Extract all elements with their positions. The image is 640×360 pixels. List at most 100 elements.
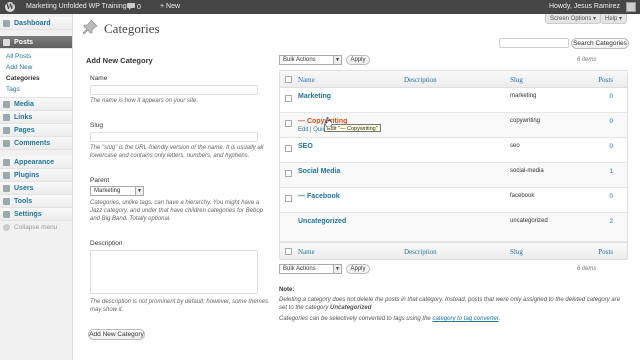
menu-links[interactable]: Links <box>0 111 72 124</box>
category-name-link[interactable]: SEO <box>298 143 313 150</box>
bulk-actions-select-top[interactable]: Bulk Actions ▼ <box>279 55 342 65</box>
collapse-menu-label: Collapse menu <box>14 224 58 231</box>
menu-appearance[interactable]: Appearance <box>0 156 72 169</box>
avatar[interactable] <box>626 2 636 12</box>
row-checkbox[interactable] <box>285 120 292 127</box>
apply-button-bottom[interactable]: Apply <box>346 264 370 274</box>
category-post-count[interactable]: 0 <box>609 193 613 200</box>
column-slug-footer[interactable]: Slug <box>510 248 523 256</box>
table-row: — Copywriting Edit | Quick copywriting 0… <box>280 113 627 138</box>
parent-select-value: Marketing <box>94 188 121 194</box>
menu-plugins-label: Plugins <box>14 172 40 179</box>
note-convert-period: . <box>498 316 501 322</box>
category-name-link[interactable]: Uncategorized <box>298 218 346 225</box>
category-post-count[interactable]: 0 <box>609 118 613 125</box>
column-posts-header[interactable]: Posts <box>598 76 613 84</box>
category-slug: copywriting <box>510 118 541 124</box>
menu-comments-label: Comments <box>14 140 51 147</box>
column-name-header[interactable]: Name <box>298 76 315 84</box>
category-post-count[interactable]: 2 <box>609 218 613 225</box>
posts-icon <box>3 39 10 46</box>
menu-dashboard[interactable]: Dashboard <box>0 17 72 30</box>
name-help: The name is how it appears on your site. <box>90 98 199 104</box>
bulk-actions-select-bottom[interactable]: Bulk Actions ▼ <box>279 264 342 274</box>
new-content-link[interactable]: + New <box>160 3 180 10</box>
collapse-menu-button[interactable]: Collapse menu <box>0 221 72 234</box>
site-name-link[interactable]: Marketing Unfolded WP Training <box>26 3 127 10</box>
bulk-actions-label: Bulk Actions <box>283 266 316 272</box>
menu-dashboard-label: Dashboard <box>14 20 51 27</box>
category-name-link[interactable]: Social Media <box>298 168 340 175</box>
items-count-bottom: 6 items <box>577 266 597 272</box>
new-label: New <box>166 3 181 10</box>
menu-plugins[interactable]: Plugins <box>0 169 72 182</box>
name-label: Name <box>90 75 108 82</box>
menu-pages-label: Pages <box>14 127 35 134</box>
category-slug: facebook <box>510 193 535 199</box>
submenu-categories[interactable]: Categories <box>6 73 72 84</box>
category-post-count[interactable]: 1 <box>609 168 613 175</box>
comments-link[interactable]: 0 <box>127 3 141 11</box>
category-post-count[interactable]: 0 <box>609 93 613 100</box>
media-icon <box>3 101 10 108</box>
select-all-checkbox[interactable] <box>285 76 292 83</box>
category-post-count[interactable]: 0 <box>609 143 613 150</box>
uncategorized-bold: Uncategorized <box>330 305 372 311</box>
name-field[interactable] <box>90 85 258 95</box>
column-name-footer[interactable]: Name <box>298 248 315 256</box>
table-row: — Facebook facebook 0 <box>280 188 627 213</box>
menu-comments[interactable]: Comments <box>0 137 72 150</box>
row-checkbox[interactable] <box>285 145 292 152</box>
submenu-add-new[interactable]: Add New <box>6 62 72 73</box>
menu-tools[interactable]: Tools <box>0 195 72 208</box>
column-description-header[interactable]: Description <box>404 76 437 84</box>
note-delete-text: Deleting a category does not delete the … <box>279 296 629 312</box>
howdy-user-link[interactable]: Howdy, Jesus Ramirez <box>549 3 620 10</box>
row-checkbox[interactable] <box>285 195 292 202</box>
menu-users[interactable]: Users <box>0 182 72 195</box>
menu-posts-label: Posts <box>14 39 34 46</box>
select-all-checkbox-footer[interactable] <box>285 248 292 255</box>
menu-media[interactable]: Media <box>0 98 72 111</box>
slug-field[interactable] <box>90 132 258 142</box>
menu-posts[interactable]: Posts <box>0 36 72 49</box>
column-posts-footer[interactable]: Posts <box>598 248 613 256</box>
chevron-down-icon: ▼ <box>333 265 341 273</box>
column-slug-header[interactable]: Slug <box>510 76 523 84</box>
category-name-link[interactable]: Marketing <box>298 93 331 100</box>
links-icon <box>3 114 10 121</box>
menu-pages[interactable]: Pages <box>0 124 72 137</box>
help-tab[interactable]: Help ▾ <box>600 14 628 24</box>
apply-button-top[interactable]: Apply <box>346 55 370 65</box>
submenu-tags[interactable]: Tags <box>6 84 72 95</box>
submenu-all-posts[interactable]: All Posts <box>6 51 72 62</box>
menu-links-label: Links <box>14 114 33 121</box>
column-description-footer[interactable]: Description <box>404 248 437 256</box>
plugins-icon <box>3 172 10 179</box>
plus-icon: + <box>160 3 165 10</box>
category-to-tag-converter-link[interactable]: category to tag converter <box>432 316 498 322</box>
description-textarea[interactable] <box>90 250 258 294</box>
table-footer: Name Description Slug Posts <box>280 242 627 259</box>
parent-select[interactable]: Marketing ▼ <box>90 186 144 196</box>
bulk-actions-label: Bulk Actions <box>283 57 316 63</box>
search-categories-button[interactable]: Search Categories <box>571 38 629 49</box>
items-count-top: 6 items <box>577 57 597 63</box>
add-new-category-button[interactable]: Add New Category <box>88 329 145 340</box>
search-input[interactable] <box>499 38 569 48</box>
menu-settings[interactable]: Settings <box>0 208 72 221</box>
table-row: Uncategorized uncategorized 2 <box>280 213 627 242</box>
slug-help: The "slug" is the URL-friendly version o… <box>90 145 264 159</box>
screen-options-tab[interactable]: Screen Options ▾ <box>545 14 602 24</box>
table-header: Name Description Slug Posts <box>280 71 627 88</box>
note-heading: Note: <box>279 287 295 293</box>
menu-settings-label: Settings <box>14 211 42 218</box>
row-checkbox[interactable] <box>285 95 292 102</box>
dashboard-icon <box>3 20 10 27</box>
slug-label: Slug <box>90 122 104 129</box>
wordpress-logo-icon[interactable]: W <box>5 2 15 12</box>
appearance-icon <box>3 159 10 166</box>
hand-cursor-icon <box>324 117 332 127</box>
row-checkbox[interactable] <box>285 170 292 177</box>
category-name-link[interactable]: — Facebook <box>298 193 340 200</box>
